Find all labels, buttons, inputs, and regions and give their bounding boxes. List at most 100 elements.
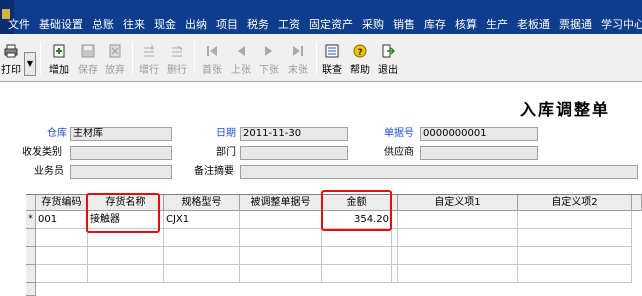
exit-button[interactable]: 退出 — [375, 40, 401, 76]
row-marker[interactable] — [26, 247, 36, 265]
menu-general-ledger[interactable]: 总账 — [92, 18, 114, 31]
highlight-inventory-name — [86, 193, 160, 233]
memo-label: 备注摘要 — [194, 166, 234, 177]
add-row-icon — [142, 44, 156, 58]
doc-number-field[interactable]: 0000000001 — [420, 127, 538, 141]
help-button[interactable]: ? 帮助 — [347, 40, 373, 76]
delete-row-button[interactable]: 删行 — [164, 40, 190, 76]
col-header-spec[interactable]: 规格型号 — [164, 195, 240, 211]
next-record-button[interactable]: 下张 — [256, 40, 282, 76]
table-cell[interactable] — [36, 265, 88, 283]
warehouse-field[interactable]: 主材库 — [70, 127, 172, 141]
supplier-label: 供应商 — [384, 147, 414, 158]
menu-payroll[interactable]: 工资 — [278, 18, 300, 31]
table-cell[interactable] — [88, 265, 164, 283]
table-cell[interactable] — [36, 247, 88, 265]
cell-adjusted-doc-no[interactable] — [240, 211, 322, 229]
menu-cash[interactable]: 现金 — [154, 18, 176, 31]
table-cell[interactable] — [518, 247, 632, 265]
next-icon — [262, 44, 276, 58]
row-marker[interactable]: * — [26, 211, 36, 229]
discard-button[interactable]: 放弃 — [102, 40, 128, 76]
menu-tax[interactable]: 税务 — [247, 18, 269, 31]
table-cell[interactable] — [164, 229, 240, 247]
menu-boss[interactable]: 老板通 — [517, 18, 550, 31]
menu-costing[interactable]: 核算 — [455, 18, 477, 31]
memo-field[interactable] — [240, 165, 638, 179]
table-cell[interactable] — [36, 229, 88, 247]
menu-fixed-assets[interactable]: 固定资产 — [309, 18, 353, 31]
menu-bills[interactable]: 票据通 — [559, 18, 592, 31]
category-label: 收发类别 — [22, 147, 62, 158]
date-field[interactable]: 2011-11-30 — [240, 127, 348, 141]
first-icon — [205, 44, 219, 58]
menu-purchase[interactable]: 采购 — [362, 18, 384, 31]
link-query-button[interactable]: 联查 — [319, 40, 345, 76]
table-cell[interactable] — [164, 247, 240, 265]
delete-row-icon — [170, 44, 184, 58]
clerk-field[interactable] — [70, 165, 172, 179]
col-header-inventory-code[interactable]: 存货编码 — [36, 195, 88, 211]
col-header-adjusted-doc-no[interactable]: 被调整单据号 — [240, 195, 322, 211]
table-cell[interactable] — [88, 247, 164, 265]
exit-icon — [381, 44, 395, 58]
supplier-field[interactable] — [420, 146, 538, 160]
menu-cashier[interactable]: 出纳 — [185, 18, 207, 31]
previous-icon — [234, 44, 248, 58]
cell-spec[interactable]: CJX1 — [164, 211, 240, 229]
row-header-corner — [26, 195, 36, 211]
table-cell[interactable] — [398, 229, 518, 247]
toolbar-separator — [316, 42, 317, 74]
col-header-custom-2[interactable]: 自定义项2 — [518, 195, 632, 211]
cell-custom-2[interactable] — [518, 211, 632, 229]
row-marker[interactable] — [26, 283, 36, 296]
new-document-icon — [52, 44, 66, 58]
previous-record-button[interactable]: 上张 — [228, 40, 254, 76]
print-button[interactable]: 打印 — [0, 40, 22, 76]
print-dropdown-button[interactable]: ▼ — [24, 52, 36, 76]
add-button[interactable]: 增加 — [46, 40, 72, 76]
svg-text:?: ? — [358, 48, 363, 58]
page-title: 入库调整单 — [520, 100, 611, 119]
department-label: 部门 — [216, 147, 236, 158]
menu-learning[interactable]: 学习中心 — [601, 18, 642, 31]
menu-project[interactable]: 项目 — [216, 18, 238, 31]
category-field[interactable] — [70, 146, 172, 160]
clerk-label: 业务员 — [34, 166, 64, 177]
row-marker[interactable] — [26, 229, 36, 247]
add-row-button[interactable]: 增行 — [136, 40, 162, 76]
table-cell[interactable] — [322, 265, 392, 283]
table-cell[interactable] — [518, 265, 632, 283]
doc-number-label: 单据号 — [384, 128, 414, 139]
save-button[interactable]: 保存 — [76, 40, 100, 76]
link-query-icon — [325, 44, 339, 58]
first-record-button[interactable]: 首张 — [198, 40, 226, 76]
cell-inventory-code[interactable]: 001 — [36, 211, 88, 229]
cell-custom-1[interactable] — [398, 211, 518, 229]
table-cell[interactable] — [398, 265, 518, 283]
department-field[interactable] — [240, 146, 348, 160]
toolbar-separator — [194, 42, 195, 74]
menu-file[interactable]: 文件 — [8, 18, 30, 31]
save-icon — [81, 44, 95, 58]
table-cell[interactable] — [322, 229, 392, 247]
table-cell[interactable] — [322, 247, 392, 265]
last-record-button[interactable]: 末张 — [284, 40, 312, 76]
help-icon: ? — [353, 44, 367, 58]
table-cell[interactable] — [240, 265, 322, 283]
table-cell[interactable] — [240, 247, 322, 265]
menu-inventory[interactable]: 库存 — [424, 18, 446, 31]
date-label: 日期 — [216, 128, 236, 139]
menu-production[interactable]: 生产 — [486, 18, 508, 31]
table-cell[interactable] — [164, 265, 240, 283]
table-cell[interactable] — [518, 229, 632, 247]
table-cell[interactable] — [240, 229, 322, 247]
printer-icon — [4, 44, 18, 58]
row-marker[interactable] — [26, 265, 36, 283]
menu-basic-settings[interactable]: 基础设置 — [39, 18, 83, 31]
menu-sales[interactable]: 销售 — [393, 18, 415, 31]
col-header-custom-1[interactable]: 自定义项1 — [398, 195, 518, 211]
menu-accounts[interactable]: 往来 — [123, 18, 145, 31]
table-cell[interactable] — [398, 247, 518, 265]
toolbar-separator — [40, 42, 41, 74]
